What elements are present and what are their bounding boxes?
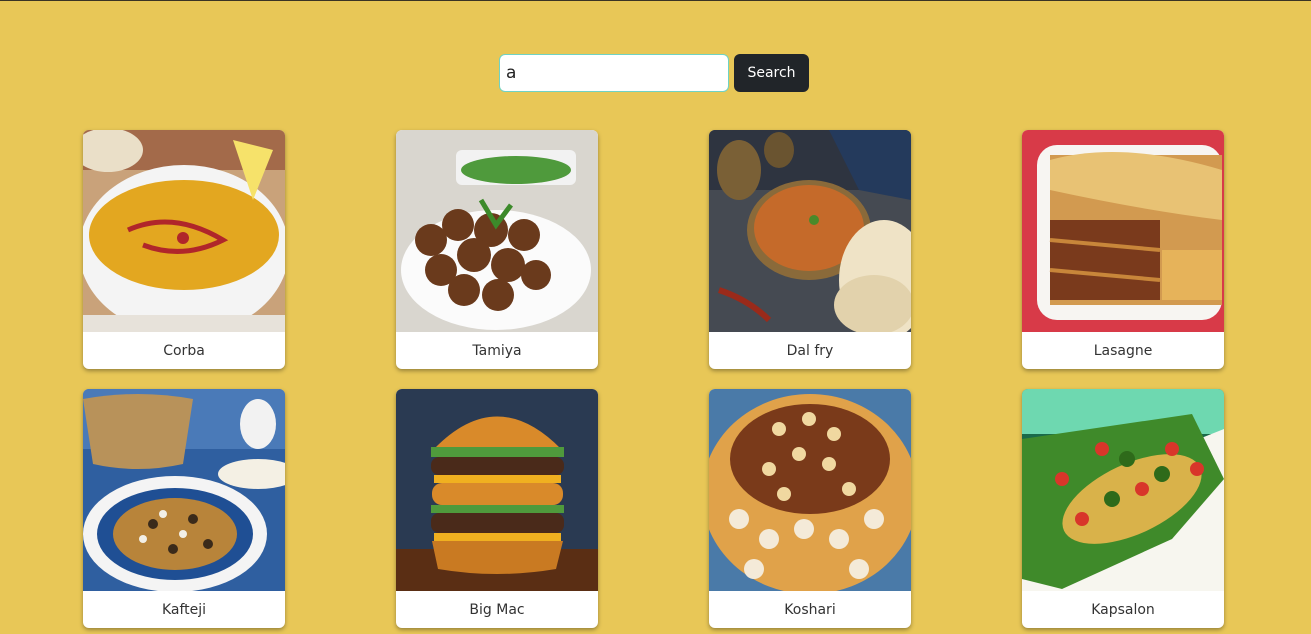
meal-card[interactable]: Big Mac: [396, 389, 598, 628]
search-bar: Search: [499, 54, 809, 92]
meal-card[interactable]: Dal fry: [709, 130, 911, 369]
top-border: [0, 0, 1311, 1]
meal-card[interactable]: Koshari: [709, 389, 911, 628]
meal-name: Kafteji: [161, 601, 207, 618]
meal-card[interactable]: Tamiya: [396, 130, 598, 369]
meal-card[interactable]: Lasagne: [1022, 130, 1224, 369]
meal-card[interactable]: Kapsalon: [1022, 389, 1224, 628]
search-input[interactable]: [499, 54, 729, 92]
meal-image-tamiya: [396, 130, 598, 332]
meal-image-koshari: [709, 389, 911, 591]
meal-image-big-mac: [396, 389, 598, 591]
meal-grid: Corba Tamiya Dal fry Lasagne Kafteji Big…: [83, 130, 1224, 628]
search-button[interactable]: Search: [734, 54, 809, 92]
meal-name: Koshari: [784, 601, 836, 618]
meal-name: Dal fry: [786, 342, 834, 359]
meal-name: Tamiya: [472, 342, 522, 359]
meal-image-dal-fry: [709, 130, 911, 332]
meal-image-lasagne: [1022, 130, 1224, 332]
meal-name: Kapsalon: [1091, 601, 1155, 618]
meal-card[interactable]: Kafteji: [83, 389, 285, 628]
meal-name: Corba: [163, 342, 205, 359]
meal-name: Lasagne: [1093, 342, 1153, 359]
meal-image-kapsalon: [1022, 389, 1224, 591]
meal-card[interactable]: Corba: [83, 130, 285, 369]
meal-image-corba: [83, 130, 285, 332]
meal-image-kafteji: [83, 389, 285, 591]
meal-name: Big Mac: [469, 601, 525, 618]
